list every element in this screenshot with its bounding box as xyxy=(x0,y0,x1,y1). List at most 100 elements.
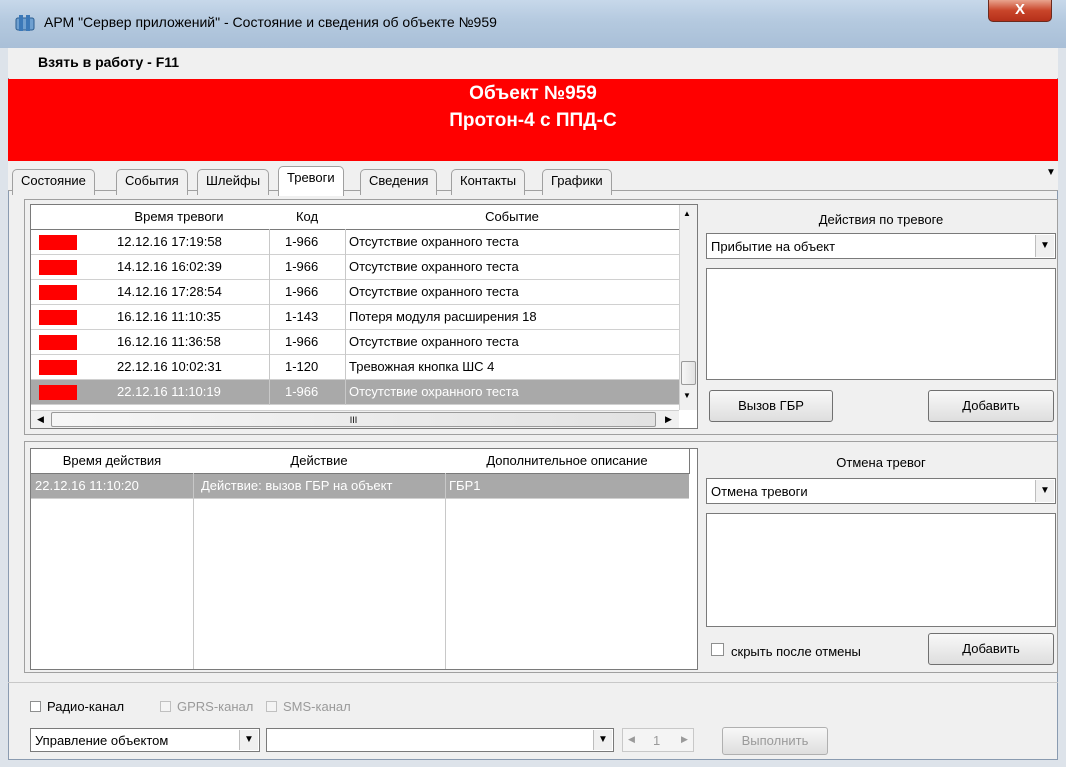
alarm-marker xyxy=(39,310,77,325)
counter-value: 1 xyxy=(653,733,661,748)
alarm-action-select[interactable]: Прибытие на объект ▼ xyxy=(706,233,1056,259)
hide-after-cancel-label[interactable]: скрыть после отмены xyxy=(731,644,861,659)
alarm-row-selected[interactable]: 22.12.16 11:10:19 1-966 Отсутствие охран… xyxy=(31,380,679,405)
alarm-time: 12.12.16 17:19:58 xyxy=(117,234,222,249)
scroll-right-icon[interactable]: ▶ xyxy=(665,414,672,425)
vscroll-thumb[interactable] xyxy=(681,361,696,385)
alarm-event: Тревожная кнопка ШС 4 xyxy=(349,359,495,374)
tab-state[interactable]: Состояние xyxy=(12,169,95,195)
action-name: Действие: вызов ГБР на объект xyxy=(201,478,393,493)
tab-contacts[interactable]: Контакты xyxy=(451,169,526,195)
alarm-event: Отсутствие охранного теста xyxy=(349,284,519,299)
cancel-notes[interactable] xyxy=(706,513,1056,627)
hscroll-thumb[interactable]: III xyxy=(51,412,656,427)
alarm-code: 1-966 xyxy=(285,284,319,299)
alarms-col-code[interactable]: Код xyxy=(269,205,346,230)
actions-col-action[interactable]: Действие xyxy=(193,449,446,474)
command-select[interactable]: ▼ xyxy=(266,728,614,752)
scroll-down-icon[interactable]: ▼ xyxy=(683,391,691,400)
tab-charts[interactable]: Графики xyxy=(542,169,612,195)
alarm-event: Отсутствие охранного теста xyxy=(349,334,519,349)
alarm-row[interactable]: 14.12.16 17:28:54 1-966 Отсутствие охран… xyxy=(31,280,679,305)
tab-alarms[interactable]: Тревоги xyxy=(278,166,344,196)
alarms-vscrollbar[interactable]: ▲ ▼ xyxy=(679,205,697,410)
tab-dropdown-icon[interactable]: ▼ xyxy=(1046,167,1058,181)
alarm-marker xyxy=(39,335,77,350)
cancel-title: Отмена тревог xyxy=(836,455,926,470)
object-device: Протон-4 с ППД-С xyxy=(449,110,617,131)
execute-button[interactable]: Выполнить xyxy=(722,727,828,755)
scroll-up-icon[interactable]: ▲ xyxy=(683,209,691,218)
alarm-code: 1-966 xyxy=(285,234,319,249)
tab-events[interactable]: События xyxy=(116,169,188,195)
chevron-down-icon[interactable]: ▼ xyxy=(239,730,258,750)
alarm-code: 1-966 xyxy=(285,334,319,349)
alarm-marker xyxy=(39,235,77,250)
alarm-marker xyxy=(39,260,77,275)
alarms-grid: Время тревоги Код Событие 12.12.16 17:19… xyxy=(30,204,698,429)
tab-info[interactable]: Сведения xyxy=(360,169,438,195)
alarm-code: 1-120 xyxy=(285,359,319,374)
cancel-select[interactable]: Отмена тревоги ▼ xyxy=(706,478,1056,504)
control-mode-select[interactable]: Управление объектом ▼ xyxy=(30,728,260,752)
alarm-marker xyxy=(39,360,77,375)
object-banner: Объект №959 Протон-4 с ППД-С xyxy=(8,79,1058,161)
alarm-time: 14.12.16 16:02:39 xyxy=(117,259,222,274)
actions-col-desc[interactable]: Дополнительное описание xyxy=(445,449,690,474)
alarm-event: Отсутствие охранного теста xyxy=(349,259,519,274)
alarms-col-time[interactable]: Время тревоги xyxy=(89,205,270,230)
alarm-event: Отсутствие охранного теста xyxy=(349,234,519,249)
close-button[interactable]: X xyxy=(988,0,1052,22)
divider xyxy=(8,682,1058,683)
step-right-icon[interactable]: ▶ xyxy=(681,734,688,745)
alarm-action-value: Прибытие на объект xyxy=(711,239,836,254)
app-icon xyxy=(14,12,36,34)
scroll-left-icon[interactable]: ◀ xyxy=(37,414,44,425)
take-to-work-menu[interactable]: Взять в работу - F11 xyxy=(38,54,179,70)
alarm-code: 1-143 xyxy=(285,309,319,324)
chevron-down-icon[interactable]: ▼ xyxy=(1035,235,1054,257)
alarms-hscrollbar[interactable]: ◀ III ▶ xyxy=(31,410,679,428)
menu-bar: Взять в работу - F11 xyxy=(8,48,1058,78)
alarm-time: 16.12.16 11:36:58 xyxy=(117,334,221,349)
chevron-down-icon[interactable]: ▼ xyxy=(593,730,612,750)
counter-stepper[interactable]: ◀ 1 ▶ xyxy=(622,728,694,752)
alarm-time: 22.12.16 10:02:31 xyxy=(117,359,222,374)
sms-channel-label[interactable]: SMS-канал xyxy=(283,699,351,714)
alarm-time: 16.12.16 11:10:35 xyxy=(117,309,221,324)
alarm-row[interactable]: 14.12.16 16:02:39 1-966 Отсутствие охран… xyxy=(31,255,679,280)
tab-loops[interactable]: Шлейфы xyxy=(197,169,270,195)
radio-channel-label[interactable]: Радио-канал xyxy=(47,699,124,714)
sms-channel-checkbox[interactable] xyxy=(266,701,277,712)
alarm-row[interactable]: 16.12.16 11:10:35 1-143 Потеря модуля ра… xyxy=(31,305,679,330)
add-alarm-action-button[interactable]: Добавить xyxy=(928,390,1054,422)
call-gbr-button[interactable]: Вызов ГБР xyxy=(709,390,833,422)
window-title: АРМ "Сервер приложений" - Состояние и св… xyxy=(44,14,497,30)
chevron-down-icon[interactable]: ▼ xyxy=(1035,480,1054,502)
col-divider xyxy=(269,229,270,405)
radio-channel-checkbox[interactable] xyxy=(30,701,41,712)
gprs-channel-checkbox[interactable] xyxy=(160,701,171,712)
alarm-row[interactable]: 12.12.16 17:19:58 1-966 Отсутствие охран… xyxy=(31,230,679,255)
action-row-selected[interactable]: 22.12.16 11:10:20 Действие: вызов ГБР на… xyxy=(31,474,689,499)
col-divider xyxy=(445,473,446,669)
action-desc: ГБР1 xyxy=(449,478,481,493)
gprs-channel-label[interactable]: GPRS-канал xyxy=(177,699,253,714)
alarms-col-event[interactable]: Событие xyxy=(345,205,680,230)
alarm-actions-title: Действия по тревоге xyxy=(818,212,944,227)
actions-col-time[interactable]: Время действия xyxy=(31,449,194,474)
hide-after-cancel-checkbox[interactable] xyxy=(711,643,724,656)
actions-grid: Время действия Действие Дополнительное о… xyxy=(30,448,698,670)
add-cancel-button[interactable]: Добавить xyxy=(928,633,1054,665)
action-time: 22.12.16 11:10:20 xyxy=(35,478,139,493)
alarm-event: Отсутствие охранного теста xyxy=(349,384,519,399)
alarm-time: 22.12.16 11:10:19 xyxy=(117,384,221,399)
alarm-action-notes[interactable] xyxy=(706,268,1056,380)
alarm-code: 1-966 xyxy=(285,259,319,274)
step-left-icon[interactable]: ◀ xyxy=(628,734,635,745)
alarm-row[interactable]: 22.12.16 10:02:31 1-120 Тревожная кнопка… xyxy=(31,355,679,380)
alarms-col-marker[interactable] xyxy=(31,205,90,230)
tab-bar: Состояние События Шлейфы Тревоги Сведени… xyxy=(8,161,1058,196)
col-divider xyxy=(345,229,346,405)
alarm-row[interactable]: 16.12.16 11:36:58 1-966 Отсутствие охран… xyxy=(31,330,679,355)
